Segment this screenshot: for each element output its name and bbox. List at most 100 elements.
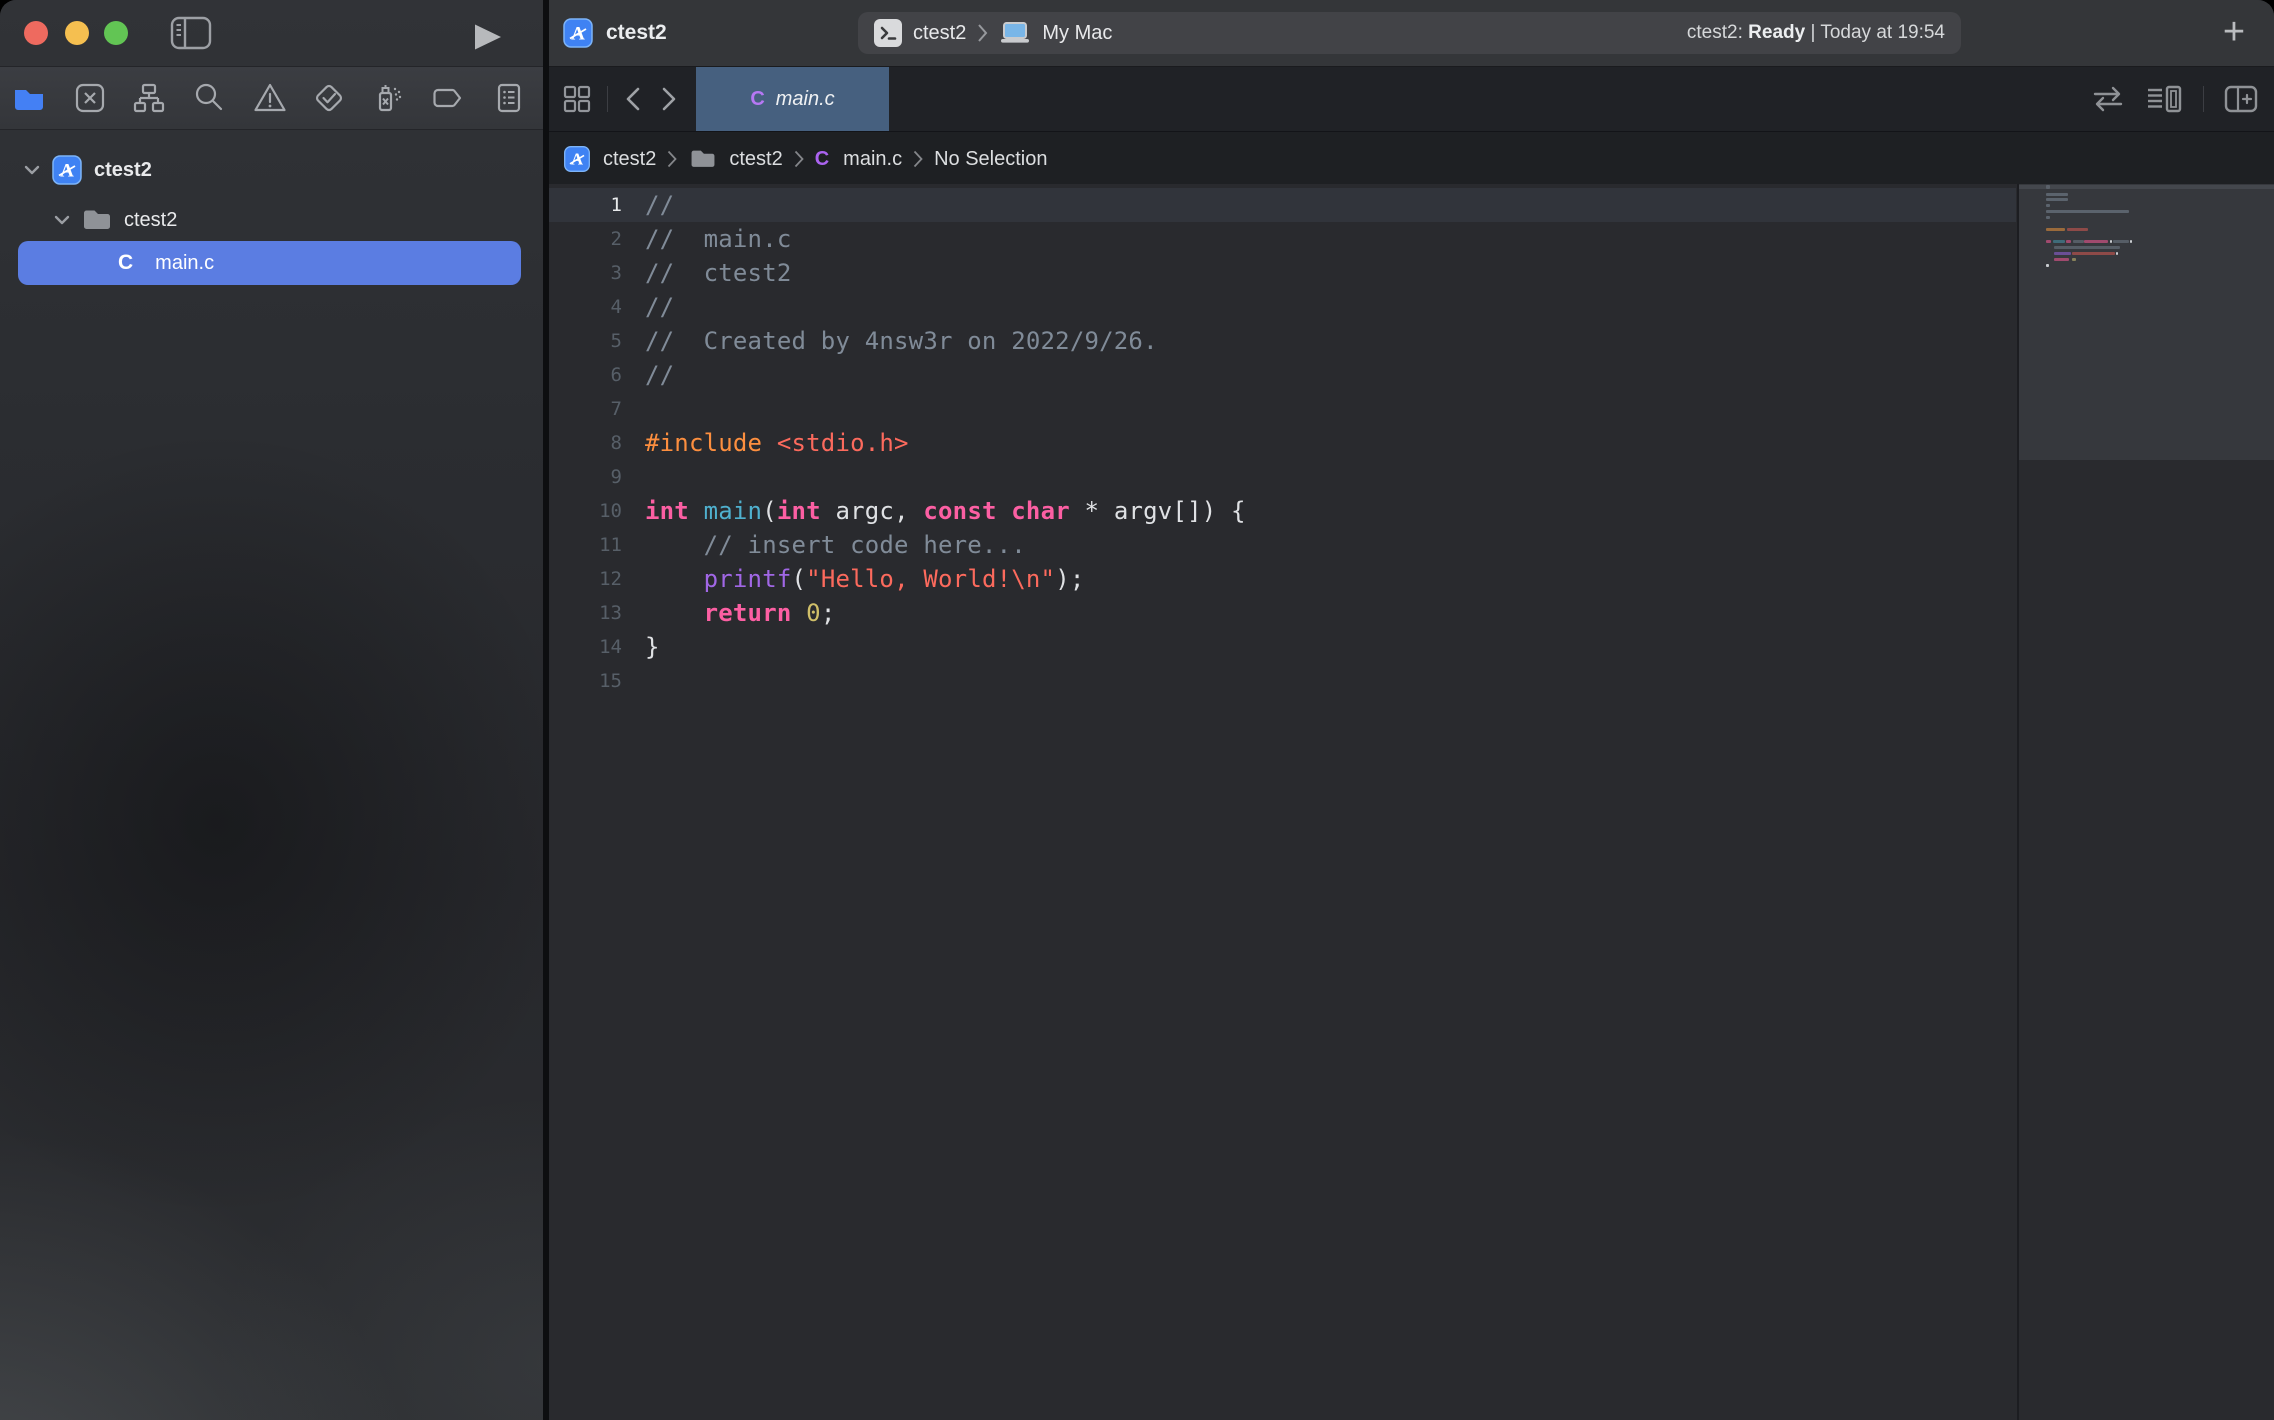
code-line-9[interactable]: 9 (549, 460, 2016, 494)
jumpbar-item-main-c[interactable]: Cmain.c (815, 148, 902, 171)
code-text: // main.c (645, 225, 792, 253)
add-editor-icon[interactable] (2224, 84, 2258, 114)
minimap-line-bar (2066, 240, 2071, 243)
zoom-window-button[interactable] (104, 21, 128, 45)
code-text: // (645, 191, 674, 219)
code-text: return 0; (645, 599, 835, 627)
code-line-12[interactable]: 12 printf("Hello, World!\n"); (549, 562, 2016, 596)
minimap-line-bar (2067, 228, 2088, 231)
code-line-14[interactable]: 14} (549, 630, 2016, 664)
go-back-button[interactable] (622, 86, 644, 112)
toggle-sidebar-icon[interactable] (170, 16, 212, 50)
minimap-line-bar (2046, 204, 2050, 207)
code-text: // (645, 361, 674, 389)
c-file-badge: C (815, 148, 829, 171)
minimize-window-button[interactable] (65, 21, 89, 45)
minimap-line-bar (2072, 252, 2115, 255)
code-line-5[interactable]: 5// Created by 4nsw3r on 2022/9/26. (549, 324, 2016, 358)
line-number: 14 (549, 636, 622, 658)
window-title: ctest2 (606, 21, 667, 45)
close-window-button[interactable] (24, 21, 48, 45)
breakpoint-navigator-icon[interactable] (431, 81, 465, 115)
find-navigator-icon[interactable] (192, 81, 226, 115)
disclosure-chevron-icon[interactable] (52, 210, 72, 230)
line-number: 6 (549, 364, 622, 386)
chevron-right-icon (977, 23, 988, 43)
chevron-right-icon (794, 150, 804, 168)
navigator-bar (0, 66, 543, 130)
code-text: // ctest2 (645, 259, 792, 287)
new-tab-button[interactable]: + (2216, 10, 2252, 54)
code-line-8[interactable]: 8#include <stdio.h> (549, 426, 2016, 460)
test-navigator-icon[interactable] (312, 81, 346, 115)
activity-status[interactable]: ctest2: Ready | Today at 19:54 (1687, 22, 1945, 44)
code-line-10[interactable]: 10int main(int argc, const char * argv[]… (549, 494, 2016, 528)
run-destination[interactable]: My Mac (1042, 22, 1112, 45)
report-navigator-icon[interactable] (492, 81, 526, 115)
tab-bar-left-controls (561, 83, 680, 115)
jumpbar-item-label: ctest2 (603, 148, 656, 171)
tree-row-label: main.c (155, 252, 214, 275)
line-number: 10 (549, 500, 622, 522)
minimap[interactable] (2017, 184, 2274, 1420)
laptop-icon (999, 21, 1031, 45)
tree-row-ctest2[interactable]: Actest2 (0, 151, 543, 189)
code-text: // insert code here... (645, 531, 1026, 559)
issue-navigator-icon[interactable] (253, 81, 287, 115)
jumpbar-item-no-selection[interactable]: No Selection (934, 148, 1047, 171)
code-text: #include <stdio.h> (645, 429, 909, 457)
code-line-2[interactable]: 2 // main.c (549, 222, 2016, 256)
sidebar-titlebar (0, 0, 543, 66)
go-forward-button[interactable] (658, 86, 680, 112)
minimap-line-bar (2046, 210, 2129, 213)
minimap-line-bar (2084, 240, 2108, 243)
code-line-7[interactable]: 7 (549, 392, 2016, 426)
navigator-sidebar: Actest2ctest2Cmain.c (0, 0, 543, 1420)
divider (2203, 86, 2204, 112)
symbol-navigator-icon[interactable] (132, 81, 166, 115)
source-editor[interactable]: 1// 2 // main.c 3 // ctest2 4//5// Created by… (549, 184, 2274, 1420)
jumpbar-item-label: ctest2 (729, 148, 782, 171)
editor-options-icon[interactable] (2145, 83, 2183, 115)
code-line-11[interactable]: 11 // insert code here... (549, 528, 2016, 562)
folder-filled-icon (690, 146, 716, 172)
run-button[interactable] (474, 24, 502, 50)
tab-main-c[interactable]: C main.c (696, 67, 889, 131)
minimap-viewport (2019, 184, 2274, 460)
code-line-1[interactable]: 1// (549, 188, 2016, 222)
jumpbar-item-label: main.c (843, 148, 902, 171)
toolbar: A ctest2 ctest2 (549, 0, 2274, 67)
disclosure-chevron-icon[interactable] (22, 160, 42, 180)
scheme-selector[interactable]: ctest2 My Mac (874, 19, 1112, 47)
jump-bar: Actest2ctest2Cmain.cNo Selection (549, 132, 2274, 187)
code-line-13[interactable]: 13 return 0; (549, 596, 2016, 630)
minimap-line-bar (2046, 240, 2051, 243)
chevron-right-icon (667, 150, 677, 168)
tree-row-main-c[interactable]: Cmain.c (18, 241, 521, 285)
line-number: 3 (549, 262, 622, 284)
scheme-name[interactable]: ctest2 (913, 22, 966, 45)
related-items-icon[interactable] (561, 83, 593, 115)
debug-navigator-icon[interactable] (372, 81, 406, 115)
jumpbar-item-ctest2[interactable]: Actest2 (562, 144, 656, 174)
code-line-3[interactable]: 3 // ctest2 (549, 256, 2016, 290)
code-line-15[interactable]: 15 (549, 664, 2016, 698)
minimap-line-bar (2046, 216, 2050, 219)
code-line-4[interactable]: 4// (549, 290, 2016, 324)
code-review-icon[interactable] (2091, 84, 2125, 114)
minimap-line-bar (2053, 240, 2065, 243)
tree-row-ctest2[interactable]: ctest2 (0, 201, 543, 239)
line-number: 7 (549, 398, 622, 420)
code-line-6[interactable]: 6 // (549, 358, 2016, 392)
project-navigator-icon[interactable] (12, 81, 46, 115)
line-number: 5 (549, 330, 622, 352)
chevron-right-icon (913, 150, 923, 168)
minimap-line-bar (2072, 258, 2076, 261)
source-control-navigator-icon[interactable] (73, 81, 107, 115)
code-text: } (645, 633, 660, 661)
jumpbar-item-ctest2[interactable]: ctest2 (688, 144, 782, 174)
line-number: 2 (549, 228, 622, 250)
code-text: // (645, 293, 674, 321)
tree-row-label: ctest2 (94, 159, 152, 182)
line-number: 12 (549, 568, 622, 590)
